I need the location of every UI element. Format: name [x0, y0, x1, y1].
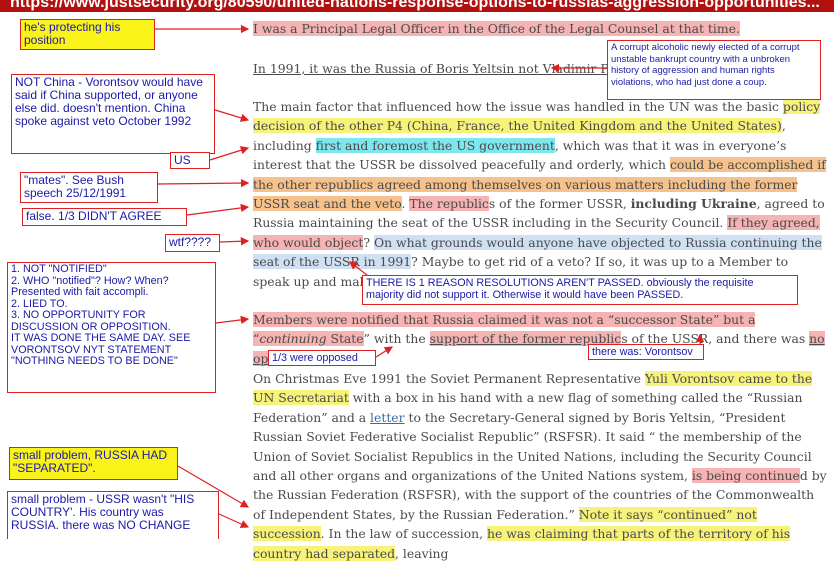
annotation-wtf: wtf????	[165, 234, 220, 252]
paragraph-1: I was a Principal Legal Officer in the O…	[253, 19, 828, 38]
annotation-us: US	[170, 152, 210, 169]
highlight: State	[326, 331, 364, 347]
text-run: ” with the	[363, 331, 430, 347]
annotation-there-was: there was: Vorontsov	[588, 344, 704, 360]
text-run: , leaving	[395, 545, 449, 561]
url-banner: https://www.justsecurity.org/80590/unite…	[0, 0, 834, 12]
annotation-notified-list: 1. NOT "NOTIFIED" 2. WHO "notified"? How…	[7, 262, 216, 393]
url-text: https://www.justsecurity.org/80590/unite…	[10, 0, 820, 11]
text-run: The main factor that influenced how the …	[253, 99, 783, 114]
highlight: I was a Principal Legal Officer in the O…	[253, 21, 740, 36]
highlight: is being continue	[691, 468, 800, 484]
underlined-text: In 1991, it was the Russia of Boris Yelt…	[253, 61, 638, 76]
annotation-not-china: NOT China - Vorontsov would have said if…	[11, 74, 215, 154]
text-run: . In the law of succession,	[320, 526, 488, 542]
text-run: On Christmas Eve 1991 the Soviet Permane…	[253, 371, 645, 386]
annotation-mates: "mates". See Bush speech 25/12/1991	[20, 172, 158, 203]
highlight: continuing	[259, 331, 327, 347]
bold-text: including Ukraine	[630, 196, 757, 212]
annotation-protecting: he's protecting his position	[20, 19, 155, 50]
letter-link[interactable]: letter	[370, 410, 405, 425]
annotation-corrupt: A corrupt alcoholic newly elected of a c…	[607, 40, 821, 100]
paragraph-3: The main factor that influenced how the …	[253, 97, 828, 291]
annotation-third-opposed: 1/3 were opposed	[268, 350, 376, 366]
text-run: ?	[363, 234, 374, 250]
highlight: The republic	[409, 196, 489, 212]
annotation-false: false. 1/3 DIDN'T AGREE	[22, 208, 187, 226]
annotation-his-country: small problem - USSR wasn't "HIS COUNTRY…	[7, 491, 219, 539]
annotation-resolutions: THERE IS 1 REASON RESOLUTIONS AREN'T PAS…	[362, 275, 798, 305]
text-run: s of the former USSR,	[488, 196, 631, 212]
highlight: first and foremost the US government	[315, 137, 555, 153]
annotation-separated: small problem, RUSSIA HAD "SEPARATED".	[9, 447, 178, 480]
paragraph-5: On Christmas Eve 1991 the Soviet Permane…	[253, 369, 828, 563]
